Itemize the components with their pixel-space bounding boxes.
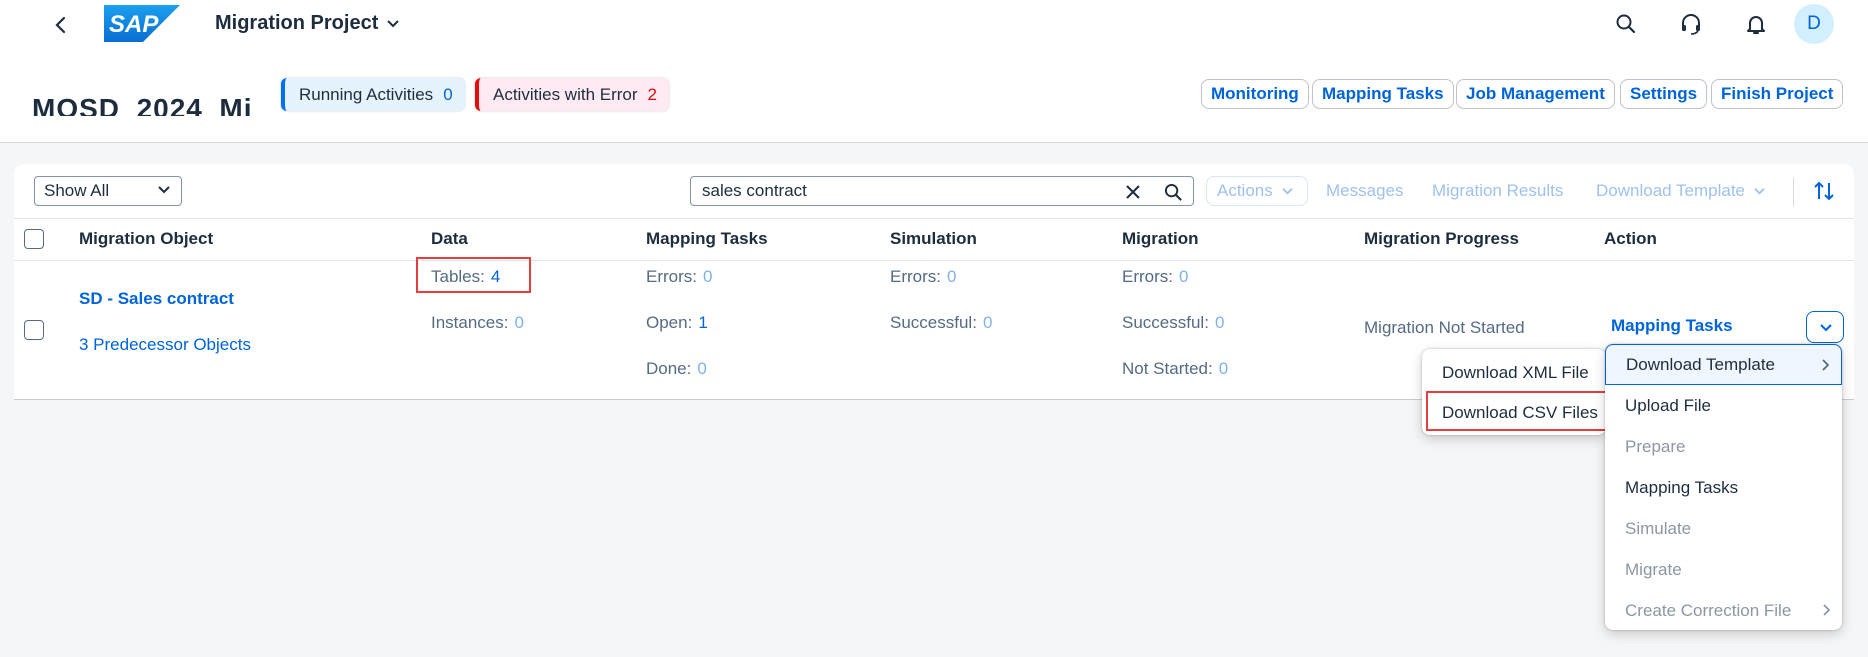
mt-done: Done: 0 <box>646 359 707 378</box>
shell-bar: SAP Migration Project D <box>0 0 1868 48</box>
toolbar-separator <box>1793 178 1794 206</box>
finish-project-button[interactable]: Finish Project <box>1711 79 1844 109</box>
running-activities-badge[interactable]: Running Activities 0 <box>281 78 465 111</box>
search-icon[interactable] <box>1614 12 1638 36</box>
select-all-checkbox[interactable] <box>24 229 44 249</box>
chevron-down-icon <box>387 19 400 27</box>
mig-successful: Successful: 0 <box>1122 313 1225 332</box>
headset-icon[interactable] <box>1679 12 1703 36</box>
menu-item-download-template[interactable]: Download Template <box>1605 344 1842 385</box>
sort-icon[interactable] <box>1813 180 1835 202</box>
sim-successful: Successful: 0 <box>890 313 993 332</box>
search-input[interactable]: sales contract <box>690 176 1194 206</box>
col-migration-object[interactable]: Migration Object <box>79 229 213 249</box>
activities-error-count: 2 <box>647 84 657 104</box>
row-checkbox[interactable] <box>24 320 44 340</box>
messages-button[interactable]: Messages <box>1326 176 1403 206</box>
activities-with-error-badge[interactable]: Activities with Error 2 <box>475 78 669 111</box>
col-action[interactable]: Action <box>1604 229 1657 249</box>
mt-errors: Errors: 0 <box>646 267 713 286</box>
sap-logo[interactable]: SAP <box>104 5 180 42</box>
chevron-down-icon <box>158 186 170 194</box>
sim-errors: Errors: 0 <box>890 267 957 286</box>
mt-open-value[interactable]: 1 <box>698 313 707 332</box>
menu-item-simulate: Simulate <box>1625 518 1692 538</box>
download-template-toolbar-button[interactable]: Download Template <box>1596 176 1766 206</box>
menu-item-download-xml[interactable]: Download XML File <box>1422 352 1606 393</box>
col-migration-progress[interactable]: Migration Progress <box>1364 229 1519 249</box>
chevron-down-icon <box>1282 187 1293 195</box>
col-data[interactable]: Data <box>431 229 468 249</box>
highlight-tables <box>416 257 531 293</box>
job-management-button[interactable]: Job Management <box>1456 79 1615 109</box>
chevron-down-icon <box>1820 324 1832 332</box>
object-name-link[interactable]: SD - Sales contract <box>79 289 234 309</box>
search-icon[interactable] <box>1164 183 1183 202</box>
settings-button[interactable]: Settings <box>1620 79 1708 109</box>
migration-results-button[interactable]: Migration Results <box>1432 176 1563 206</box>
project-name-title: MOSD_2024_Mi <box>32 93 253 116</box>
predecessor-objects-link[interactable]: 3 Predecessor Objects <box>79 335 251 355</box>
menu-item-create-correction-file: Create Correction File <box>1605 590 1842 631</box>
mt-open: Open: 1 <box>646 313 708 332</box>
col-mapping-tasks[interactable]: Mapping Tasks <box>646 229 768 249</box>
col-migration[interactable]: Migration <box>1122 229 1199 249</box>
clear-icon[interactable] <box>1125 184 1141 200</box>
filter-select[interactable]: Show All <box>34 176 182 206</box>
monitoring-button[interactable]: Monitoring <box>1201 79 1309 109</box>
chevron-right-icon <box>1823 604 1831 616</box>
running-activities-count: 0 <box>443 84 453 104</box>
chevron-right-icon <box>1822 359 1830 371</box>
menu-item-migrate: Migrate <box>1625 559 1682 579</box>
back-icon[interactable] <box>50 14 72 36</box>
highlight-download-csv <box>1426 391 1607 431</box>
action-menu-button[interactable] <box>1806 311 1844 343</box>
action-menu: Download Template Upload File Prepare Ma… <box>1605 344 1842 630</box>
mapping-tasks-header-button[interactable]: Mapping Tasks <box>1312 79 1454 109</box>
actions-button[interactable]: Actions <box>1206 176 1308 206</box>
mapping-tasks-action-link[interactable]: Mapping Tasks <box>1611 316 1733 336</box>
project-title[interactable]: Migration Project <box>215 12 400 35</box>
col-simulation[interactable]: Simulation <box>890 229 977 249</box>
menu-item-prepare: Prepare <box>1625 436 1686 456</box>
bell-icon[interactable] <box>1744 12 1768 36</box>
mig-not-started: Not Started: 0 <box>1122 359 1229 378</box>
mig-errors: Errors: 0 <box>1122 267 1189 286</box>
menu-item-upload-file[interactable]: Upload File <box>1605 385 1842 426</box>
project-title-text: Migration Project <box>215 12 379 34</box>
menu-item-mapping-tasks[interactable]: Mapping Tasks <box>1605 467 1842 508</box>
migration-progress: Migration Not Started <box>1364 318 1525 337</box>
avatar[interactable]: D <box>1794 4 1834 44</box>
data-instances: Instances: 0 <box>431 313 524 332</box>
chevron-down-icon <box>1754 187 1765 195</box>
sap-logo-text: SAP <box>109 11 159 38</box>
